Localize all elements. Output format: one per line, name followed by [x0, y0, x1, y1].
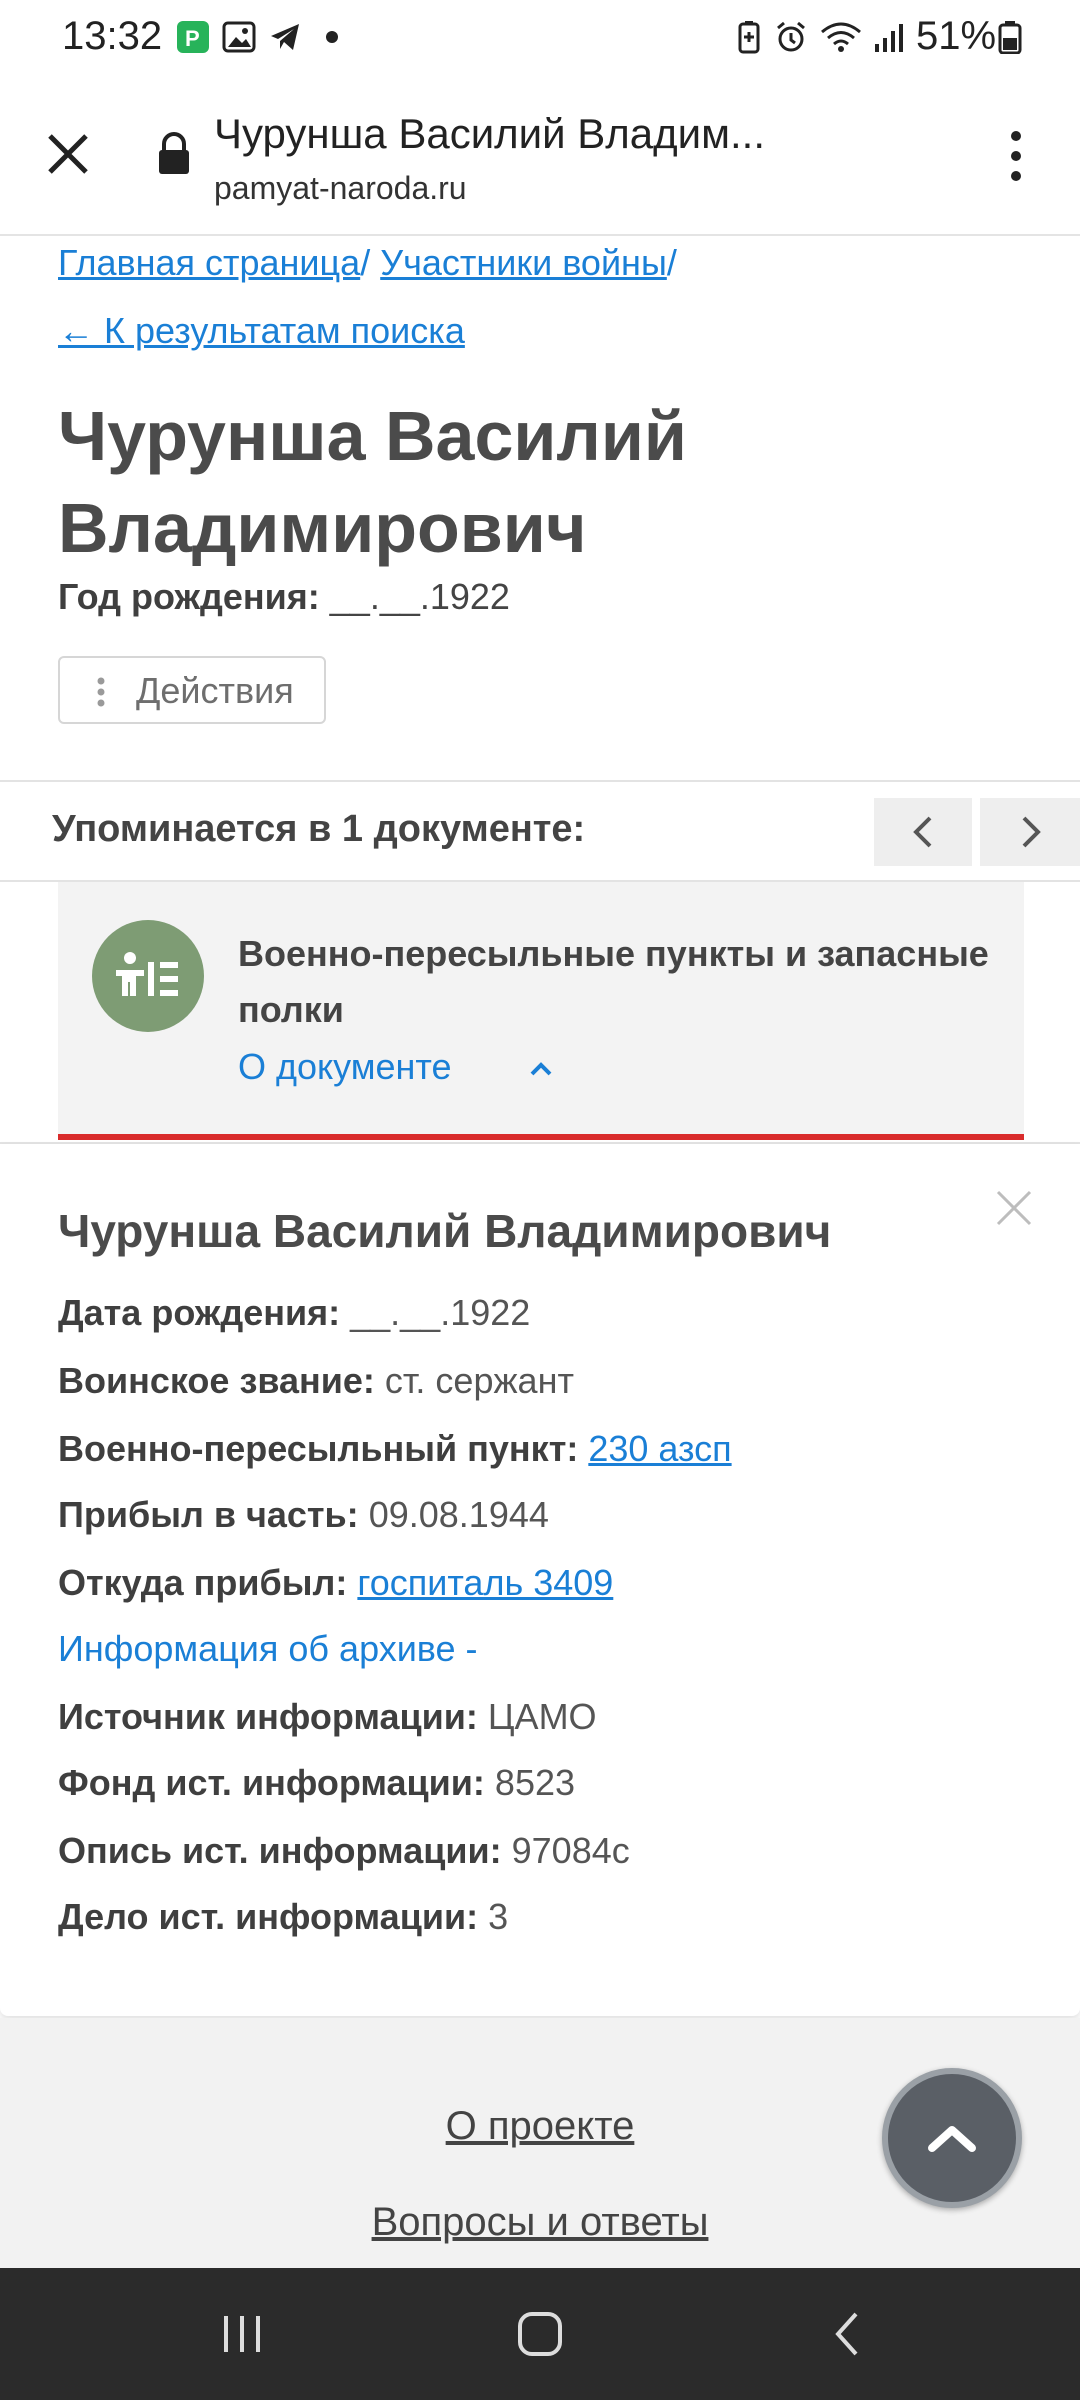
more-menu-icon[interactable] [998, 126, 1034, 186]
birth-year-value: __.__.1922 [329, 576, 510, 617]
birth-year-label: Год рождения: [58, 576, 320, 617]
faq-link[interactable]: Вопросы и ответы [0, 2200, 1080, 2245]
breadcrumb: Главная страница/ Участники войны/ [58, 242, 677, 284]
field-label: Военно-пересыльный пункт: [58, 1428, 579, 1469]
chevron-right-icon [1022, 816, 1041, 848]
detail-source: Источник информации: ЦАМО [58, 1696, 597, 1738]
previous-document-button[interactable] [874, 798, 972, 866]
home-icon[interactable] [516, 2310, 564, 2363]
field-value: ст. сержант [384, 1360, 574, 1401]
vertical-dots-icon [96, 676, 106, 708]
field-value: 3 [488, 1896, 509, 1937]
wifi-icon [818, 20, 864, 54]
field-label: Откуда прибыл: [58, 1562, 348, 1603]
field-label: Прибыл в часть: [58, 1494, 359, 1535]
detail-birth-date: Дата рождения: __.__.1922 [58, 1292, 530, 1334]
hospital-link[interactable]: госпиталь 3409 [357, 1562, 613, 1603]
back-icon[interactable] [824, 2310, 872, 2363]
document-card[interactable]: Военно-пересыльные пункты и запасные пол… [58, 882, 1024, 1140]
mentions-heading: Упоминается в 1 документе: [52, 808, 586, 850]
breadcrumb-participants-link[interactable]: Участники войны [380, 242, 667, 283]
lock-icon [156, 132, 192, 176]
field-label: Опись ист. информации: [58, 1830, 502, 1871]
document-type-icon [92, 920, 204, 1032]
detail-fund: Фонд ист. информации: 8523 [58, 1762, 575, 1804]
chevron-up-icon [928, 2126, 976, 2152]
breadcrumb-separator: / [360, 242, 371, 283]
actions-button-label: Действия [136, 670, 294, 711]
about-document-link[interactable]: О документе [238, 1046, 452, 1088]
field-label: Воинское звание: [58, 1360, 375, 1401]
details-person-name: Чурунша Василий Владимирович [58, 1205, 832, 1257]
alarm-icon [774, 20, 808, 54]
chevron-left-icon [913, 816, 932, 848]
svg-text:P: P [185, 26, 200, 51]
actions-button[interactable]: Действия [58, 656, 326, 724]
gallery-icon [222, 20, 256, 54]
field-label: Фонд ист. информации: [58, 1762, 485, 1803]
browser-url[interactable]: pamyat-naroda.ru [214, 170, 467, 207]
detail-inventory: Опись ист. информации: 97084с [58, 1830, 630, 1872]
archive-info-toggle[interactable]: Информация об архиве - [58, 1628, 478, 1670]
detail-rank: Воинское звание: ст. сержант [58, 1360, 574, 1402]
document-details-panel: Чурунша Василий Владимирович Дата рожден… [0, 1144, 1080, 2016]
field-value: 8523 [494, 1762, 576, 1803]
detail-arrived-from: Откуда прибыл: госпиталь 3409 [58, 1562, 613, 1604]
close-icon[interactable] [40, 126, 96, 182]
document-title: Военно-пересыльные пункты и запасные пол… [238, 933, 989, 1030]
system-navigation-bar [0, 2268, 1080, 2400]
field-label: Дело ист. информации: [58, 1896, 479, 1937]
divider [0, 780, 1080, 782]
field-value: __.__.1922 [350, 1292, 531, 1333]
detail-arrival-date: Прибыл в часть: 09.08.1944 [58, 1494, 549, 1536]
battery-saver-icon [732, 20, 766, 54]
status-bar: 13:32 P 51% [0, 0, 1080, 78]
field-label: Источник информации: [58, 1696, 478, 1737]
field-value: ЦАМО [487, 1696, 597, 1737]
birth-year-line: Год рождения: __.__.1922 [58, 576, 510, 618]
battery-percent: 51% [916, 14, 997, 58]
battery-icon [998, 20, 1022, 55]
signal-icon [872, 20, 906, 54]
breadcrumb-home-link[interactable]: Главная страница [58, 242, 360, 283]
chevron-up-icon[interactable] [526, 1056, 556, 1080]
next-document-button[interactable] [980, 798, 1080, 866]
back-to-results-link[interactable]: ← К результатам поиска [58, 310, 465, 352]
status-time: 13:32 [62, 14, 163, 58]
dot-icon [322, 20, 356, 54]
transit-point-link[interactable]: 230 азсп [588, 1428, 731, 1469]
field-value: 09.08.1944 [368, 1494, 549, 1535]
field-label: Дата рождения: [58, 1292, 341, 1333]
close-details-icon[interactable] [992, 1186, 1036, 1230]
scroll-to-top-button[interactable] [882, 2068, 1022, 2208]
page-title: Чурунша Василий Владимирович [58, 397, 687, 567]
telegram-icon [268, 20, 302, 54]
browser-toolbar: Чурунша Василий Владим... pamyat-naroda.… [0, 78, 1080, 236]
browser-page-title: Чурунша Василий Владим... [214, 110, 765, 157]
detail-case: Дело ист. информации: 3 [58, 1896, 508, 1938]
payment-app-icon: P [176, 20, 210, 54]
breadcrumb-separator: / [666, 242, 677, 283]
recent-apps-icon[interactable] [218, 2310, 266, 2363]
field-value: 97084с [511, 1830, 630, 1871]
detail-transit-point: Военно-пересыльный пункт: 230 азсп [58, 1428, 732, 1470]
